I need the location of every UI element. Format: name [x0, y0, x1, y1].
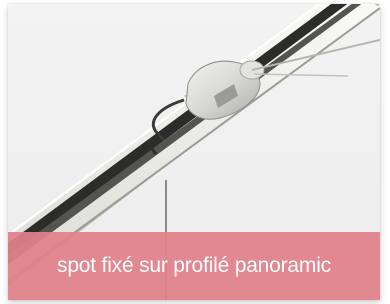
product-card[interactable]: spot fixé sur profilé panoramic: [8, 4, 380, 300]
caption-text: spot fixé sur profilé panoramic: [57, 254, 331, 277]
caption-band: spot fixé sur profilé panoramic: [8, 232, 380, 300]
